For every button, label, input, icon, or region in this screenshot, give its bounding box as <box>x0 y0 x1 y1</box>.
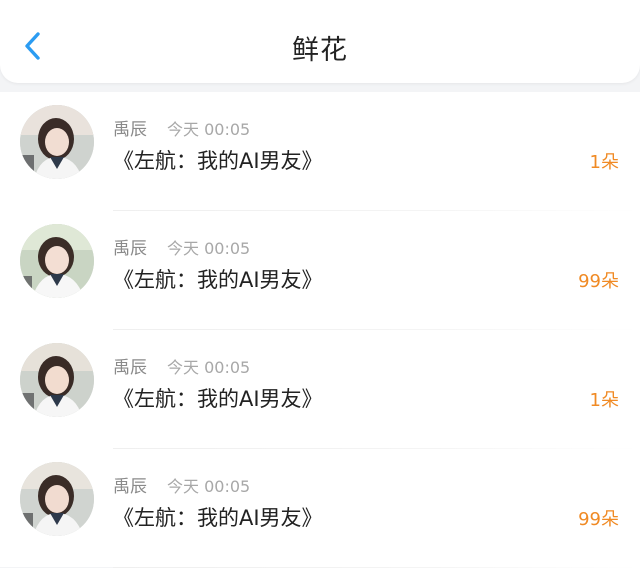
list-item[interactable]: 禹辰 今天 00:05 《左航：我的AI男友》 99朵 <box>0 211 640 330</box>
book-title[interactable]: 《左航：我的AI男友》 <box>113 145 323 175</box>
book-title[interactable]: 《左航：我的AI男友》 <box>113 383 323 413</box>
flower-count: 1朵 <box>589 390 619 411</box>
user-name: 禹辰 <box>113 358 147 378</box>
timestamp: 今天 00:05 <box>167 477 251 496</box>
avatar[interactable] <box>20 343 94 417</box>
timestamp: 今天 00:05 <box>167 120 251 139</box>
flower-count: 99朵 <box>578 509 619 530</box>
top-bar: 鲜花 <box>0 0 640 83</box>
user-name: 禹辰 <box>113 120 147 140</box>
book-title[interactable]: 《左航：我的AI男友》 <box>113 264 323 294</box>
flower-list: 禹辰 今天 00:05 《左航：我的AI男友》 1朵 禹辰 今天 00:05 《… <box>0 92 640 568</box>
flower-count: 99朵 <box>578 271 619 292</box>
list-item[interactable]: 禹辰 今天 00:05 《左航：我的AI男友》 1朵 <box>0 92 640 211</box>
avatar[interactable] <box>20 224 94 298</box>
avatar[interactable] <box>20 105 94 179</box>
avatar[interactable] <box>20 462 94 536</box>
list-item[interactable]: 禹辰 今天 00:05 《左航：我的AI男友》 1朵 <box>0 330 640 449</box>
list-item[interactable]: 禹辰 今天 00:05 《左航：我的AI男友》 99朵 <box>0 449 640 568</box>
flower-count: 1朵 <box>589 152 619 173</box>
timestamp: 今天 00:05 <box>167 358 251 377</box>
user-name: 禹辰 <box>113 239 147 259</box>
page-title: 鲜花 <box>292 35 348 66</box>
timestamp: 今天 00:05 <box>167 239 251 258</box>
user-name: 禹辰 <box>113 477 147 497</box>
book-title[interactable]: 《左航：我的AI男友》 <box>113 502 323 532</box>
